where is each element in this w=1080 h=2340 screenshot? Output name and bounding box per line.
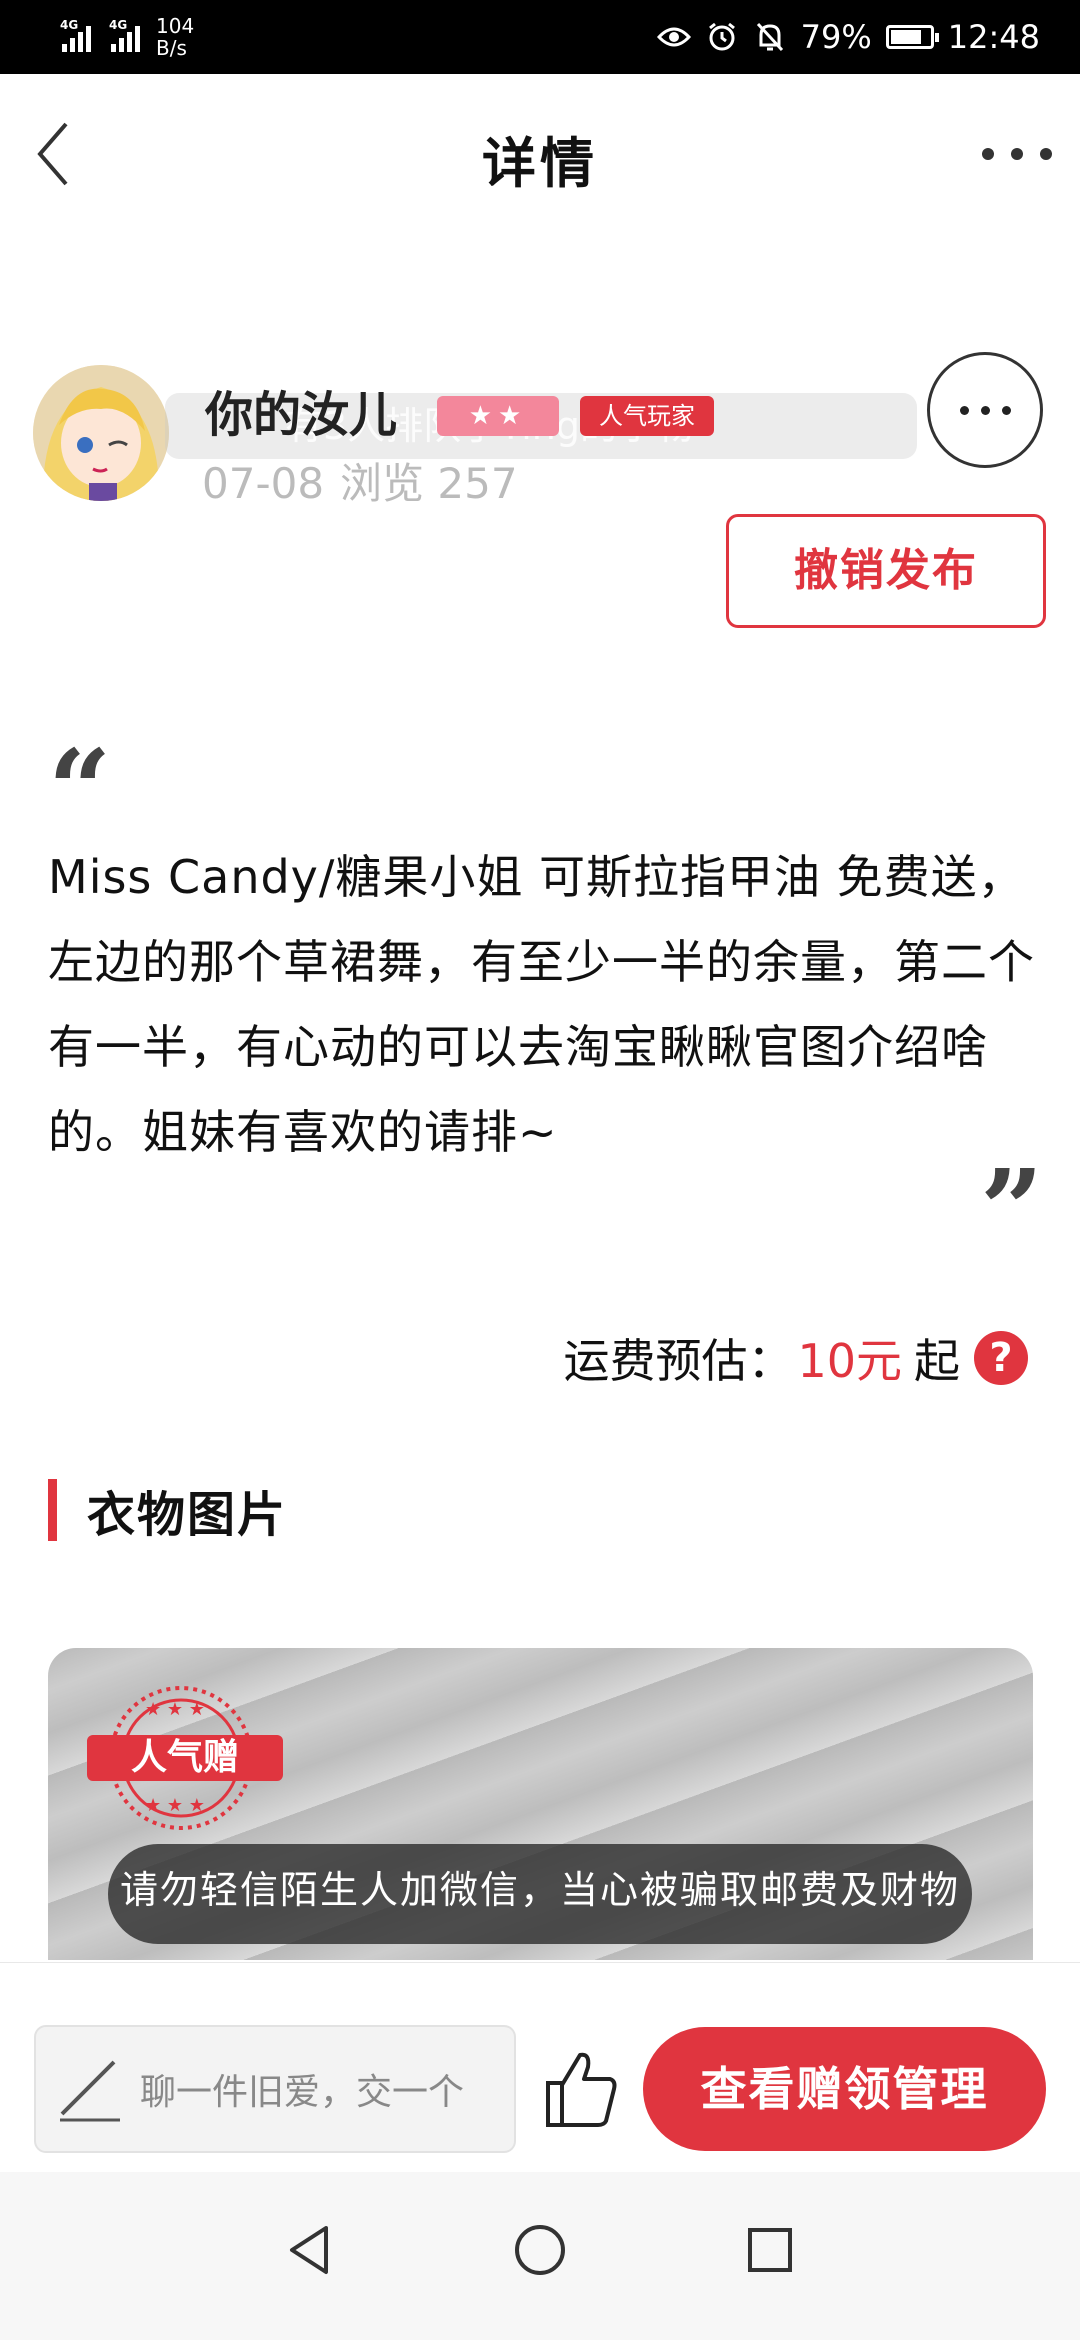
user-more-button[interactable] [927, 352, 1043, 468]
shipping-price: 10元 [797, 1334, 902, 1388]
bottom-action-bar: 聊一件旧爱，交一个 查看赠领管理 [0, 1962, 1080, 2173]
top-nav: 详情 [0, 74, 1080, 239]
view-count: 浏览 257 [340, 459, 518, 508]
square-recents-icon [748, 2228, 792, 2272]
alarm-icon [705, 20, 739, 54]
like-button[interactable] [544, 2049, 620, 2129]
svg-text:★ ★ ★: ★ ★ ★ [145, 1795, 205, 1816]
status-bar: 4G 4G 104 B/s 79% 12:48 [0, 0, 1080, 74]
comment-input[interactable]: 聊一件旧爱，交一个 [34, 2025, 516, 2153]
svg-text:★ ★ ★: ★ ★ ★ [145, 1699, 205, 1720]
status-left: 4G 4G 104 B/s [60, 12, 194, 62]
dot-icon [980, 405, 990, 415]
open-quote-icon: “ [48, 725, 112, 854]
network-type-2: 4G [109, 18, 128, 32]
status-right: 79% 12:48 [656, 0, 1040, 74]
revoke-post-button[interactable]: 撤销发布 [726, 514, 1046, 628]
net-speed-value: 104 [156, 14, 195, 38]
clock: 12:48 [947, 18, 1040, 56]
post-description: Miss Candy/糖果小姐 可斯拉指甲油 免费送，左边的那个草裙舞，有至少一… [48, 850, 1035, 1159]
shipping-label: 运费预估： [563, 1334, 794, 1388]
post-meta: 07-08 浏览 257 [202, 450, 518, 511]
page-title: 详情 [482, 132, 598, 195]
post-date: 07-08 [202, 459, 325, 508]
battery-icon [885, 25, 939, 49]
more-options-button[interactable] [982, 129, 1052, 179]
help-icon[interactable]: ? [974, 1331, 1028, 1385]
circle-home-icon [515, 2225, 565, 2275]
net-speed-unit: B/s [156, 36, 187, 60]
dot-icon [982, 148, 994, 160]
section-accent-bar [48, 1479, 57, 1541]
close-quote-icon: ” [980, 1145, 1044, 1274]
section-header: 衣物图片 [48, 1478, 288, 1543]
popular-player-badge: 人气玩家 [580, 396, 714, 436]
net-speed: 104 B/s [156, 15, 194, 59]
triangle-back-icon [290, 2226, 328, 2274]
dot-icon [1040, 148, 1052, 160]
comment-placeholder: 聊一件旧爱，交一个 [140, 2072, 465, 2113]
network-type-1: 4G [60, 18, 79, 32]
mute-bell-icon [753, 20, 787, 54]
clothing-photo[interactable]: ★ ★ ★ ★ ★ ★ 人气赠 请勿轻信陌生人加微信，当心被骗取邮费及财物 [48, 1648, 1033, 1960]
system-nav-bar [0, 2172, 1080, 2340]
nav-recents-button[interactable] [740, 2220, 800, 2280]
nav-back-button[interactable] [280, 2220, 340, 2280]
shipping-estimate: 运费预估： 10元 起 ? [563, 1325, 1028, 1391]
dot-icon [1011, 148, 1023, 160]
battery-percent: 79% [800, 18, 872, 56]
shipping-suffix: 起 [914, 1334, 960, 1388]
signal-icon: 4G [60, 18, 91, 52]
pencil-icon [60, 2060, 120, 2122]
signal-icon-2: 4G [109, 18, 140, 52]
section-title: 衣物图片 [87, 1487, 288, 1543]
dot-icon [959, 405, 969, 415]
avatar[interactable] [33, 365, 169, 501]
dot-icon [1001, 405, 1011, 415]
popular-gift-stamp: ★ ★ ★ ★ ★ ★ 人气赠 [83, 1683, 293, 1833]
view-gift-management-button[interactable]: 查看赠领管理 [643, 2027, 1046, 2151]
scam-warning-toast: 请勿轻信陌生人加微信，当心被骗取邮费及财物 [108, 1844, 972, 1944]
nav-home-button[interactable] [510, 2220, 570, 2280]
level-stars-badge: ★★ [437, 396, 559, 436]
thumbs-up-icon [546, 2052, 617, 2127]
eye-icon [656, 20, 691, 54]
username[interactable]: 你的汝儿 [205, 375, 397, 445]
anime-avatar-image [33, 365, 169, 501]
stamp-text: 人气赠 [130, 1737, 239, 1778]
